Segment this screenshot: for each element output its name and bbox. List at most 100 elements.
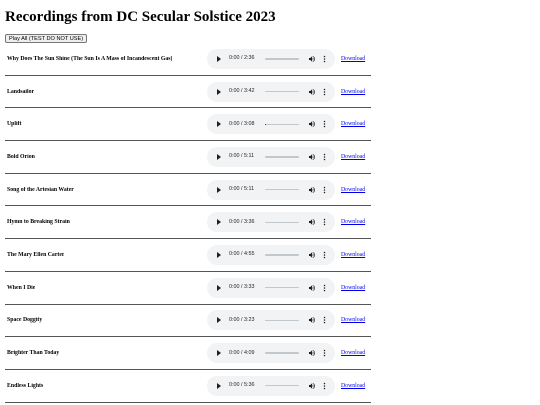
audio-player[interactable]: 0:00 / 5:36 bbox=[207, 375, 335, 396]
track-title: Space Doggity bbox=[7, 317, 43, 324]
play-icon[interactable] bbox=[217, 88, 221, 95]
download-link[interactable]: Download bbox=[341, 317, 365, 323]
audio-player[interactable]: 0:00 / 4:55 bbox=[207, 244, 335, 265]
more-options-icon[interactable] bbox=[323, 88, 326, 96]
download-link[interactable]: Download bbox=[341, 350, 365, 356]
track-row: The Mary Ellen Carter 0:00 / 4:55 Download bbox=[5, 239, 371, 272]
more-options-icon[interactable] bbox=[323, 284, 326, 292]
download-link[interactable]: Download bbox=[341, 89, 365, 95]
more-options-icon[interactable] bbox=[323, 382, 326, 390]
more-options-icon[interactable] bbox=[323, 120, 326, 128]
audio-player[interactable]: 0:00 / 3:23 bbox=[207, 310, 335, 331]
playback-time: 0:00 / 3:33 bbox=[229, 284, 255, 291]
playback-time: 0:00 / 3:23 bbox=[229, 316, 255, 323]
track-row: Space Doggity 0:00 / 3:23 Download bbox=[5, 305, 371, 338]
playback-time: 0:00 / 2:36 bbox=[229, 55, 255, 62]
play-icon[interactable] bbox=[217, 284, 221, 291]
progress-slider[interactable] bbox=[265, 319, 299, 322]
progress-slider[interactable] bbox=[265, 254, 299, 256]
download-link[interactable]: Download bbox=[341, 121, 365, 127]
play-all-button[interactable]: Play All (TEST DO NOT USE) bbox=[5, 34, 88, 43]
volume-icon[interactable] bbox=[308, 153, 316, 161]
play-icon[interactable] bbox=[217, 251, 221, 258]
audio-player[interactable]: 0:00 / 3:33 bbox=[207, 277, 335, 298]
download-link[interactable]: Download bbox=[341, 56, 365, 62]
progress-slider[interactable] bbox=[265, 385, 299, 387]
play-icon[interactable] bbox=[217, 121, 221, 128]
track-row: Bold Orion 0:00 / 5:11 Download bbox=[5, 141, 371, 174]
more-options-icon[interactable] bbox=[323, 316, 326, 324]
audio-player[interactable]: 0:00 / 3:42 bbox=[207, 81, 335, 102]
download-link[interactable]: Download bbox=[341, 187, 365, 193]
track-row: Song of the Artesian Water 0:00 / 5:11 Dow… bbox=[5, 174, 371, 207]
track-title: When I Die bbox=[7, 284, 36, 291]
audio-player[interactable]: 0:00 / 3:08 bbox=[207, 114, 335, 135]
volume-icon[interactable] bbox=[308, 120, 316, 128]
progress-slider[interactable] bbox=[265, 90, 299, 93]
audio-player[interactable]: 0:00 / 5:11 bbox=[207, 146, 335, 167]
track-title: Landsailor bbox=[7, 88, 35, 95]
playback-time: 0:00 / 3:42 bbox=[229, 88, 255, 95]
track-row: Why Does The Sun Shine (The Sun Is A Mas… bbox=[5, 43, 371, 76]
audio-player[interactable]: 0:00 / 2:36 bbox=[207, 48, 335, 69]
download-link[interactable]: Download bbox=[341, 219, 365, 225]
track-title: Endless Lights bbox=[7, 382, 44, 389]
track-title: The Mary Ellen Carter bbox=[7, 251, 65, 258]
volume-icon[interactable] bbox=[308, 186, 316, 194]
more-options-icon[interactable] bbox=[323, 251, 326, 259]
download-link[interactable]: Download bbox=[341, 252, 365, 258]
download-link[interactable]: Download bbox=[341, 383, 365, 389]
playback-time: 0:00 / 5:11 bbox=[229, 153, 255, 160]
track-row: Landsailor 0:00 / 3:42 Download bbox=[5, 76, 371, 109]
play-icon[interactable] bbox=[217, 350, 221, 357]
progress-fill bbox=[265, 123, 267, 125]
audio-player[interactable]: 0:00 / 5:11 bbox=[207, 179, 335, 200]
play-icon[interactable] bbox=[217, 219, 221, 226]
play-icon[interactable] bbox=[217, 55, 221, 62]
progress-slider[interactable] bbox=[265, 123, 299, 125]
playback-time: 0:00 / 4:55 bbox=[229, 251, 255, 258]
track-title: Song of the Artesian Water bbox=[7, 186, 74, 193]
track-title: Hymn to Breaking Strain bbox=[7, 219, 70, 226]
volume-icon[interactable] bbox=[308, 382, 316, 390]
progress-slider[interactable] bbox=[265, 188, 299, 191]
play-icon[interactable] bbox=[217, 186, 221, 193]
progress-slider[interactable] bbox=[265, 221, 299, 223]
play-icon[interactable] bbox=[217, 317, 221, 324]
track-row: Endless Lights 0:00 / 5:36 Download bbox=[5, 370, 371, 403]
progress-slider[interactable] bbox=[265, 352, 299, 354]
download-link[interactable]: Download bbox=[341, 154, 365, 160]
volume-icon[interactable] bbox=[308, 218, 316, 226]
more-options-icon[interactable] bbox=[323, 186, 326, 194]
more-options-icon[interactable] bbox=[323, 55, 326, 63]
more-options-icon[interactable] bbox=[323, 349, 326, 357]
volume-icon[interactable] bbox=[308, 88, 316, 96]
track-row: Brighter Than Today 0:00 / 4:09 Download bbox=[5, 337, 371, 370]
track-title: Brighter Than Today bbox=[7, 350, 60, 357]
volume-icon[interactable] bbox=[308, 284, 316, 292]
track-row: Hymn to Breaking Strain 0:00 / 3:36 Downlo… bbox=[5, 206, 371, 240]
page-title: Recordings from DC Secular Solstice 2023 bbox=[5, 9, 276, 25]
playback-time: 0:00 / 5:11 bbox=[229, 186, 255, 193]
track-title: Bold Orion bbox=[7, 153, 35, 160]
track-title: Uplift bbox=[7, 121, 22, 128]
download-link[interactable]: Download bbox=[341, 285, 365, 291]
volume-icon[interactable] bbox=[308, 316, 316, 324]
more-options-icon[interactable] bbox=[323, 218, 326, 226]
track-row: Uplift 0:00 / 3:08 Download bbox=[5, 108, 371, 142]
playback-time: 0:00 / 3:08 bbox=[229, 120, 255, 127]
progress-slider[interactable] bbox=[265, 58, 299, 60]
play-icon[interactable] bbox=[217, 153, 221, 160]
track-list: Why Does The Sun Shine (The Sun Is A Mas… bbox=[5, 43, 371, 403]
play-icon[interactable] bbox=[217, 382, 221, 389]
audio-player[interactable]: 0:00 / 4:09 bbox=[207, 343, 335, 364]
audio-player[interactable]: 0:00 / 3:36 bbox=[207, 212, 335, 233]
progress-slider[interactable] bbox=[265, 156, 299, 158]
playback-time: 0:00 / 5:36 bbox=[229, 382, 255, 389]
playback-time: 0:00 / 4:09 bbox=[229, 349, 255, 356]
volume-icon[interactable] bbox=[308, 349, 316, 357]
more-options-icon[interactable] bbox=[323, 153, 326, 161]
volume-icon[interactable] bbox=[308, 251, 316, 259]
progress-slider[interactable] bbox=[265, 286, 299, 289]
volume-icon[interactable] bbox=[308, 55, 316, 63]
